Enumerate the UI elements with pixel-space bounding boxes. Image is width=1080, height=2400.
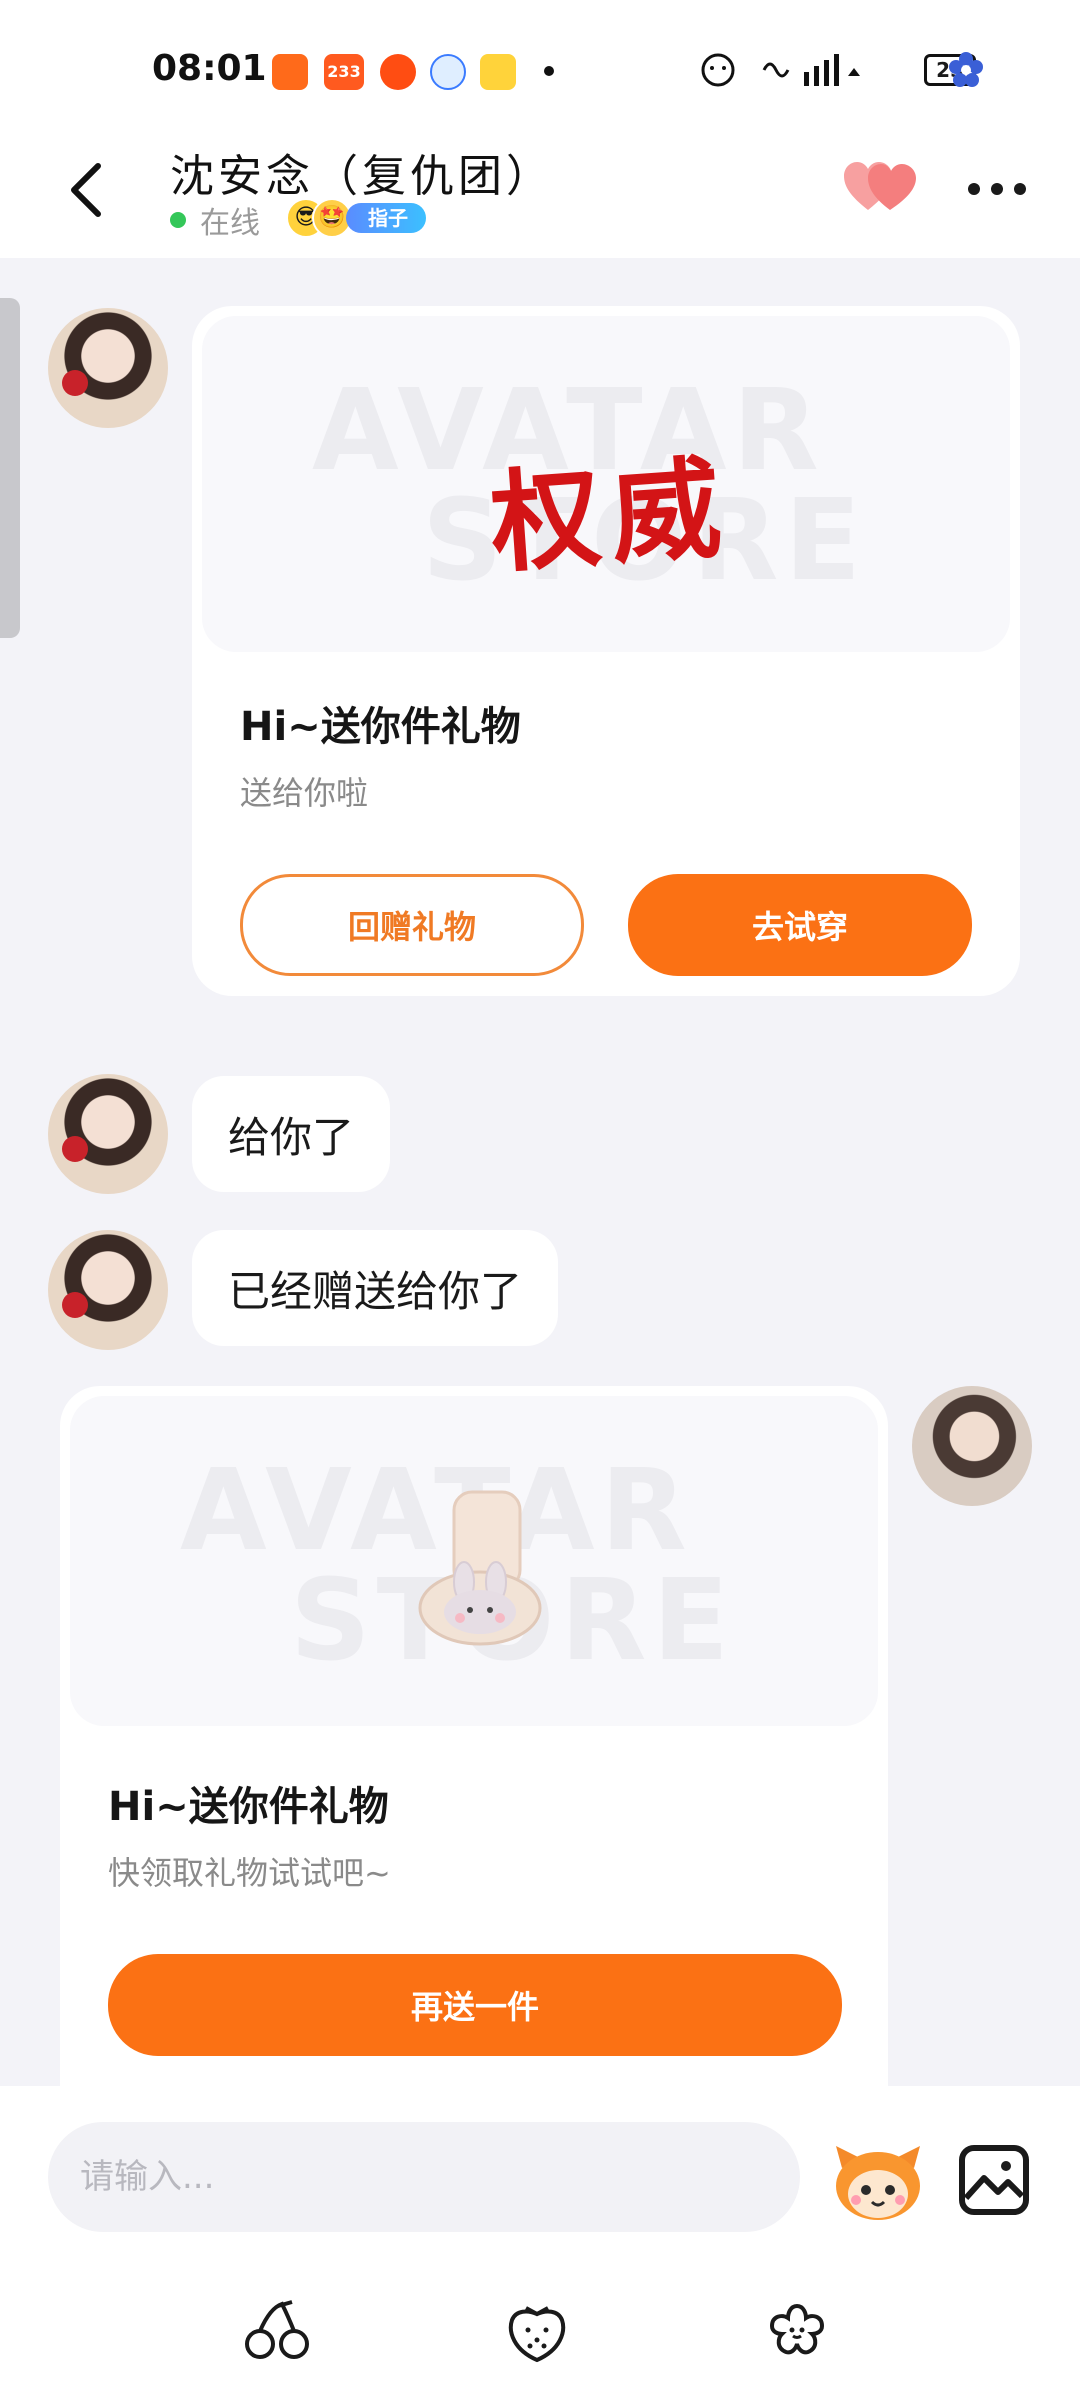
message-bubble: 给你了 xyxy=(192,1076,391,1192)
rose-decoration xyxy=(62,1292,88,1318)
app-orange-icon xyxy=(380,54,416,90)
more-dot xyxy=(968,183,980,195)
app-233-icon: 233 xyxy=(324,54,364,90)
more-dot xyxy=(991,183,1003,195)
cherry-button[interactable] xyxy=(242,2296,312,2366)
contact-avatar[interactable] xyxy=(48,308,168,428)
gift-item-text: 权威 xyxy=(486,442,735,589)
message-input[interactable] xyxy=(48,2122,800,2232)
flower-icon xyxy=(769,2303,825,2355)
strawberry-button[interactable] xyxy=(502,2296,572,2366)
chat-header: 沈安念（复仇团） 在线 😎 🤩 指子 xyxy=(0,130,1080,258)
gift-card: AVATAR STORE Hi~送你件礼物 快领取礼物试试吧~ 再送一件 xyxy=(60,1386,888,2086)
send-another-button[interactable]: 再送一件 xyxy=(108,1954,842,2056)
gift-image[interactable]: AVATAR STORE 权威 xyxy=(202,316,1010,652)
bunny-slipper-icon xyxy=(418,1490,542,1646)
back-arrow-icon xyxy=(71,163,101,217)
gift-card-title: Hi~送你件礼物 xyxy=(240,704,521,750)
badge-tag: 指子 xyxy=(346,203,426,233)
app-weibo-icon xyxy=(480,54,516,90)
side-pull-tab[interactable] xyxy=(0,298,20,638)
flower-status-icon xyxy=(949,52,983,87)
gift-image[interactable]: AVATAR STORE xyxy=(70,1396,878,1726)
face-status-icon xyxy=(701,53,735,87)
status-time: 08:01 xyxy=(152,48,267,89)
contact-avatar[interactable] xyxy=(48,1074,168,1194)
user-badge[interactable]: 😎 🤩 指子 xyxy=(286,198,426,238)
more-button[interactable] xyxy=(962,164,1032,214)
gift-card-title: Hi~送你件礼物 xyxy=(108,1784,389,1830)
strawberry-icon xyxy=(508,2306,566,2363)
message-bubble: 已经赠送给你了 xyxy=(192,1230,559,1346)
image-button[interactable] xyxy=(956,2142,1032,2218)
my-avatar[interactable] xyxy=(912,1386,1032,1506)
app-notification-icon xyxy=(272,54,308,90)
chat-area[interactable]: AVATAR STORE 权威 Hi~送你件礼物 送给你啦 回赠礼物 去试穿 给… xyxy=(0,258,1080,2086)
app-ifly-icon xyxy=(430,54,466,90)
input-bar xyxy=(0,2086,1080,2276)
bottom-tool-bar xyxy=(0,2276,1080,2400)
try-on-button[interactable]: 去试穿 xyxy=(628,874,972,976)
flower-button[interactable] xyxy=(762,2296,832,2366)
return-gift-button[interactable]: 回赠礼物 xyxy=(240,874,584,976)
gift-card: AVATAR STORE 权威 Hi~送你件礼物 送给你啦 回赠礼物 去试穿 xyxy=(192,306,1020,996)
rose-decoration xyxy=(62,370,88,396)
gift-card-subtitle: 送给你啦 xyxy=(240,774,369,812)
hearts-icon xyxy=(844,162,916,210)
signal-icon xyxy=(762,54,860,86)
online-status: 在线 xyxy=(200,206,260,241)
contact-avatar[interactable] xyxy=(48,1230,168,1350)
mascot-emoji-icon xyxy=(836,2146,920,2220)
cherry-icon xyxy=(245,2300,309,2359)
hearts-button[interactable] xyxy=(842,158,918,218)
more-dot xyxy=(1014,183,1026,195)
chat-title: 沈安念（复仇团） xyxy=(170,151,554,202)
sticker-button[interactable] xyxy=(832,2138,924,2224)
back-button[interactable] xyxy=(56,152,116,228)
dot-indicator-icon xyxy=(544,66,554,76)
rose-decoration xyxy=(62,1136,88,1162)
image-icon xyxy=(959,2145,1029,2215)
gift-card-subtitle: 快领取礼物试试吧~ xyxy=(108,1854,391,1892)
online-dot xyxy=(170,212,186,228)
status-bar: 08:01 233 25 xyxy=(0,0,1080,130)
